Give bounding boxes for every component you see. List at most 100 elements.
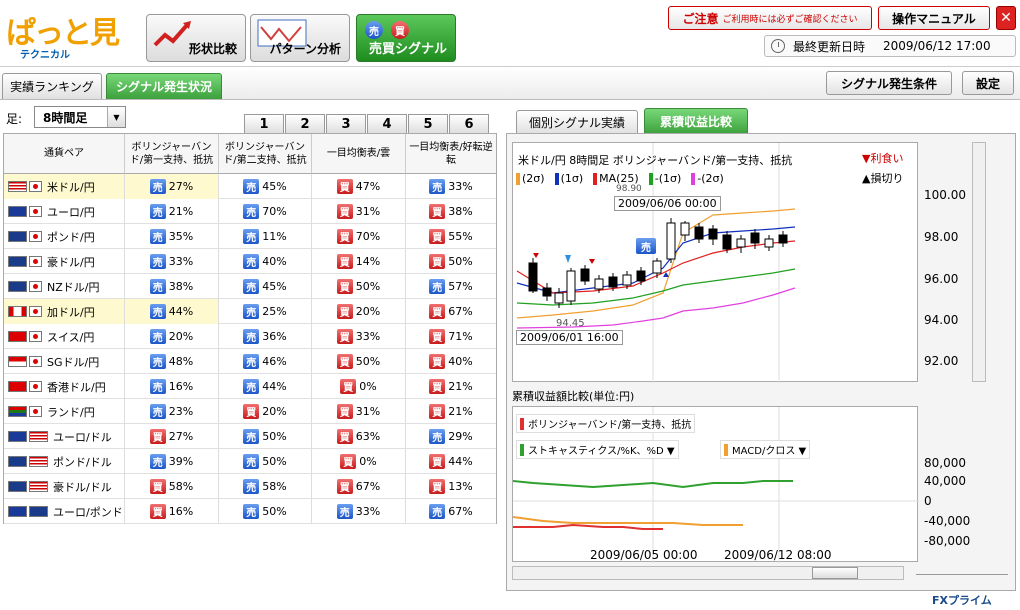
y-tick: -40,000: [924, 514, 971, 528]
table-row[interactable]: ユーロ/ドル買 27% 売 50% 買 63% 売 29%: [4, 424, 496, 449]
signal-cell[interactable]: 買 67%: [406, 299, 496, 324]
table-row[interactable]: NZドル/円売 38% 売 45% 買 50% 売 57%: [4, 274, 496, 299]
signal-cell[interactable]: 売 57%: [406, 274, 496, 299]
table-row[interactable]: ポンド/ドル売 39% 売 50% 買 0% 買 44%: [4, 449, 496, 474]
signal-cell[interactable]: 買 38%: [406, 199, 496, 224]
page-tab-4[interactable]: 4: [367, 114, 407, 134]
signal-cell[interactable]: 買 20%: [219, 399, 312, 424]
page-tab-2[interactable]: 2: [285, 114, 325, 134]
tab-cumulative-profit[interactable]: 累積収益比較: [644, 108, 748, 134]
signal-cell[interactable]: 売 38%: [125, 274, 219, 299]
legend-item[interactable]: MACD/クロス ▼: [720, 440, 811, 459]
nav-shape-compare-button[interactable]: 形状比較: [146, 14, 246, 62]
signal-cell[interactable]: 買 40%: [406, 349, 496, 374]
legend-item[interactable]: ストキャスティクス/%K、%D ▼: [516, 440, 679, 459]
settings-button[interactable]: 設定: [962, 71, 1014, 95]
signal-cell[interactable]: 売 48%: [125, 349, 219, 374]
signal-cell[interactable]: 買 31%: [312, 399, 406, 424]
signal-cell[interactable]: 買 44%: [406, 449, 496, 474]
signal-cell[interactable]: 買 20%: [312, 299, 406, 324]
signal-cell[interactable]: 買 70%: [312, 224, 406, 249]
signal-cell[interactable]: 売 35%: [125, 224, 219, 249]
signal-cell[interactable]: 売 20%: [125, 324, 219, 349]
signal-cell[interactable]: 売 40%: [219, 249, 312, 274]
signal-cell[interactable]: 買 31%: [312, 199, 406, 224]
signal-cell[interactable]: 売 27%: [125, 174, 219, 199]
table-row[interactable]: 米ドル/円売 27% 売 45% 買 47% 売 33%: [4, 174, 496, 199]
signal-cell[interactable]: 売 33%: [125, 249, 219, 274]
signal-cell[interactable]: 売 23%: [125, 399, 219, 424]
signal-cell[interactable]: 売 29%: [406, 424, 496, 449]
nav-pattern-analysis-button[interactable]: パターン分析: [250, 14, 350, 62]
signal-cell[interactable]: 売 70%: [219, 199, 312, 224]
signal-cell[interactable]: 売 33%: [406, 174, 496, 199]
signal-cell[interactable]: 買 0%: [312, 374, 406, 399]
close-icon[interactable]: ✕: [996, 6, 1016, 30]
table-row[interactable]: ポンド/円売 35% 売 11% 買 70% 買 55%: [4, 224, 496, 249]
signal-cell[interactable]: 売 33%: [312, 499, 406, 524]
signal-cell[interactable]: 売 50%: [219, 449, 312, 474]
caution-button[interactable]: ご注意 ご利用時には必ずご確認ください: [668, 6, 872, 30]
signal-cell[interactable]: 売 25%: [219, 299, 312, 324]
signal-rate: 67%: [448, 505, 473, 518]
signal-cell[interactable]: 買 71%: [406, 324, 496, 349]
signal-cell[interactable]: 売 45%: [219, 174, 312, 199]
table-row[interactable]: 加ドル/円売 44% 売 25% 買 20% 買 67%: [4, 299, 496, 324]
table-row[interactable]: スイス/円売 20% 売 36% 買 33% 買 71%: [4, 324, 496, 349]
signal-cell[interactable]: 売 58%: [219, 474, 312, 499]
signal-cell[interactable]: 売 44%: [125, 299, 219, 324]
signal-cell[interactable]: 売 50%: [219, 424, 312, 449]
page-tab-1[interactable]: 1: [244, 114, 284, 134]
signal-cell[interactable]: 売 45%: [219, 274, 312, 299]
signal-cell[interactable]: 買 27%: [125, 424, 219, 449]
signal-cell[interactable]: 買 14%: [312, 249, 406, 274]
table-row[interactable]: ランド/円売 23% 買 20% 買 31% 買 21%: [4, 399, 496, 424]
nav-trade-signal-button[interactable]: 売 買 売買シグナル: [356, 14, 456, 62]
signal-cell[interactable]: 買 21%: [406, 374, 496, 399]
page-tab-6[interactable]: 6: [449, 114, 489, 134]
signal-cell[interactable]: 買 50%: [312, 349, 406, 374]
vertical-zoom-slider[interactable]: [972, 142, 986, 382]
signal-cell[interactable]: 買 58%: [125, 474, 219, 499]
signal-cell[interactable]: 買 0%: [312, 449, 406, 474]
signal-cell[interactable]: 売 21%: [125, 199, 219, 224]
signal-cell[interactable]: 買 13%: [406, 474, 496, 499]
signal-cell[interactable]: 買 67%: [312, 474, 406, 499]
signal-table: 通貨ペア ボリンジャーバンド/第一支持、抵抗 ボリンジャーバンド/第二支持、抵抗…: [3, 133, 497, 524]
signal-cell[interactable]: 買 63%: [312, 424, 406, 449]
scroll-thumb[interactable]: [812, 567, 858, 579]
signal-cell[interactable]: 買 16%: [125, 499, 219, 524]
signal-cell[interactable]: 売 50%: [219, 499, 312, 524]
page-tab-3[interactable]: 3: [326, 114, 366, 134]
signal-cell[interactable]: 売 46%: [219, 349, 312, 374]
signal-cell[interactable]: 売 67%: [406, 499, 496, 524]
table-row[interactable]: ユーロ/ポンド買 16% 売 50% 売 33% 売 67%: [4, 499, 496, 524]
signal-cell[interactable]: 買 47%: [312, 174, 406, 199]
table-row[interactable]: ユーロ/円売 21% 売 70% 買 31% 買 38%: [4, 199, 496, 224]
signal-cell[interactable]: 売 11%: [219, 224, 312, 249]
buy-badge-icon: 買: [336, 404, 353, 419]
signal-conditions-button[interactable]: シグナル発生条件: [826, 71, 952, 95]
tab-individual-signal[interactable]: 個別シグナル実績: [516, 110, 638, 134]
signal-cell[interactable]: 買 50%: [312, 274, 406, 299]
tab-signal-status[interactable]: シグナル発生状況: [106, 73, 222, 99]
signal-cell[interactable]: 売 36%: [219, 324, 312, 349]
signal-cell[interactable]: 売 39%: [125, 449, 219, 474]
signal-cell[interactable]: 売 44%: [219, 374, 312, 399]
table-row[interactable]: SGドル/円売 48% 売 46% 買 50% 買 40%: [4, 349, 496, 374]
signal-cell[interactable]: 買 33%: [312, 324, 406, 349]
manual-button[interactable]: 操作マニュアル: [878, 6, 990, 30]
signal-cell[interactable]: 買 21%: [406, 399, 496, 424]
table-row[interactable]: 豪ドル/円売 33% 売 40% 買 14% 買 50%: [4, 249, 496, 274]
table-row[interactable]: 香港ドル/円売 16% 売 44% 買 0% 買 21%: [4, 374, 496, 399]
table-row[interactable]: 豪ドル/ドル買 58% 売 58% 買 67% 買 13%: [4, 474, 496, 499]
tab-ranking[interactable]: 実績ランキング: [2, 73, 102, 99]
pair-label: ポンド/ドル: [53, 455, 112, 469]
signal-cell[interactable]: 売 16%: [125, 374, 219, 399]
y-tick: 92.00: [924, 354, 959, 368]
signal-cell[interactable]: 買 55%: [406, 224, 496, 249]
page-tab-5[interactable]: 5: [408, 114, 448, 134]
zoom-slider[interactable]: [916, 574, 1008, 578]
timeframe-select[interactable]: 8時間足 ▼: [34, 106, 126, 128]
signal-cell[interactable]: 買 50%: [406, 249, 496, 274]
